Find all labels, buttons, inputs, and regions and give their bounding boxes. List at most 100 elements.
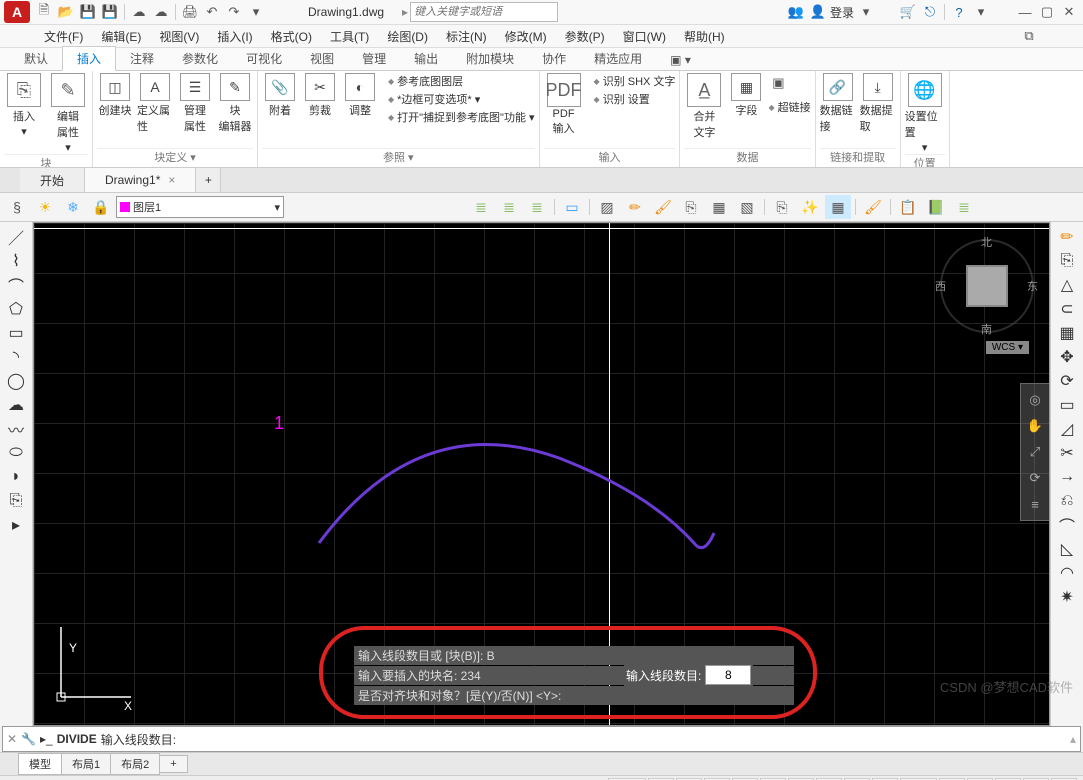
help-icon[interactable]: ? (949, 2, 969, 22)
open-icon[interactable]: 📂 (56, 2, 76, 22)
ribtab-collab[interactable]: 协作 (528, 47, 580, 70)
tab-start[interactable]: 开始 (20, 168, 85, 192)
insert-block-button[interactable]: ⎘插入▾ (4, 73, 44, 138)
plot-icon[interactable]: 🖨 (180, 2, 200, 22)
clip-button[interactable]: ✂剪裁 (302, 73, 338, 118)
hyperlink-button[interactable]: 超链接 (768, 99, 810, 115)
menu-edit[interactable]: 编辑(E) (101, 28, 141, 45)
break-tool[interactable]: ⎌ (1056, 490, 1078, 512)
undo-icon[interactable]: ↶ (202, 2, 222, 22)
menu-view[interactable]: 视图(V) (159, 28, 199, 45)
sel-window-icon[interactable]: ▭ (559, 195, 585, 219)
nav-orbit-icon[interactable]: ⟳ (1025, 468, 1045, 488)
nav-wheel-icon[interactable]: ◎ (1025, 390, 1045, 410)
layers-stack2-icon[interactable]: ≣ (496, 195, 522, 219)
layout-model[interactable]: 模型 (18, 753, 62, 775)
help-dropdown-icon[interactable]: ▾ (971, 2, 991, 22)
cart-icon[interactable]: 🛒 (898, 2, 918, 22)
dup-icon[interactable]: ⎘ (678, 195, 704, 219)
layer-freeze-icon[interactable]: ❄ (60, 195, 86, 219)
ribtab-output[interactable]: 输出 (400, 47, 452, 70)
layer-sun-icon[interactable]: ☀ (32, 195, 58, 219)
scale-tool[interactable]: ▭ (1056, 394, 1078, 416)
login-dropdown-icon[interactable]: ▾ (856, 2, 876, 22)
wcs-badge[interactable]: WCS ▾ (986, 341, 1029, 354)
menu-help[interactable]: 帮助(H) (684, 28, 725, 45)
ribtab-insert[interactable]: 插入 (62, 46, 116, 71)
search-input[interactable] (410, 2, 558, 22)
ellipse-arc-tool[interactable]: ◗ (5, 466, 27, 488)
brush-icon[interactable]: 🖌 (650, 195, 676, 219)
extend-tool[interactable]: → (1056, 466, 1078, 488)
layers-stack3-icon[interactable]: ≣ (524, 195, 550, 219)
magic-icon[interactable]: ✨ (797, 195, 823, 219)
move-tool[interactable]: ✥ (1056, 346, 1078, 368)
ellipse-tool[interactable]: ⬭ (5, 442, 27, 464)
pdf-import-button[interactable]: PDFPDF 输入 (544, 73, 584, 136)
pencil-icon[interactable]: ✏ (622, 195, 648, 219)
app-icon[interactable]: A (4, 1, 30, 23)
nav-more-icon[interactable]: ≡ (1025, 494, 1045, 514)
create-block-button[interactable]: ◫创建块 (97, 73, 133, 118)
recognize-shx-link[interactable]: 识别 SHX 文字 (594, 73, 676, 89)
login-link[interactable]: 登录 (830, 4, 854, 21)
book-icon[interactable]: 📗 (923, 195, 949, 219)
qat-dropdown-icon[interactable]: ▾ (246, 2, 266, 22)
nav-zoom-icon[interactable]: ⤢ (1025, 442, 1045, 462)
layer-selector[interactable]: 图层1▾ (116, 196, 284, 218)
new-icon[interactable]: 🗎 (34, 2, 54, 22)
signin-icon[interactable]: 👤 (808, 2, 828, 22)
table-icon[interactable]: ▦ (825, 195, 851, 219)
menu-draw[interactable]: 绘图(D) (387, 28, 428, 45)
tab-close-icon[interactable]: × (168, 173, 175, 187)
datalink-button[interactable]: 🔗数据链接 (820, 73, 856, 134)
cmdline-up-icon[interactable]: ▴ (1070, 732, 1076, 746)
stretch-tool[interactable]: ◿ (1056, 418, 1078, 440)
dataextract-button[interactable]: ⤓数据提取 (860, 73, 896, 134)
ribtab-featured[interactable]: 精选应用 (580, 47, 656, 70)
layers-stack-icon[interactable]: ≣ (468, 195, 494, 219)
cmdline-wrench-icon[interactable]: 🔧 (21, 732, 36, 746)
define-attr-button[interactable]: A定义属性 (137, 73, 173, 134)
tab-drawing1[interactable]: Drawing1*× (85, 168, 196, 192)
props-icon[interactable]: 📋 (895, 195, 921, 219)
snap-underlay-link[interactable]: 打开"捕捉到参考底图"功能 ▾ (388, 109, 535, 125)
ribtab-annotate[interactable]: 注释 (116, 47, 168, 70)
minimize-icon[interactable]: ― (1015, 2, 1035, 22)
viewcube-west[interactable]: 西 (935, 278, 946, 294)
explode-tool[interactable]: ✷ (1056, 586, 1078, 608)
ribtab-expand[interactable]: ▣ ▾ (656, 50, 705, 70)
polyline-tool[interactable]: ⌇ (5, 250, 27, 272)
ribtab-view[interactable]: 视图 (296, 47, 348, 70)
people-icon[interactable]: 👥 (786, 2, 806, 22)
menu-modify[interactable]: 修改(M) (505, 28, 547, 45)
line-tool[interactable]: ／ (5, 226, 27, 248)
nav-pan-icon[interactable]: ✋ (1025, 416, 1045, 436)
web-open-icon[interactable]: ☁ (129, 2, 149, 22)
web-save-icon[interactable]: ☁ (151, 2, 171, 22)
maximize-icon[interactable]: ▢ (1037, 2, 1057, 22)
menu-file[interactable]: 文件(F) (44, 28, 83, 45)
menu-format[interactable]: 格式(O) (271, 28, 312, 45)
menu-param[interactable]: 参数(P) (565, 28, 605, 45)
close-icon[interactable]: ✕ (1059, 2, 1079, 22)
viewcube[interactable]: 北 南 东 西 (939, 238, 1034, 333)
menu-insert[interactable]: 插入(I) (217, 28, 252, 45)
ribtab-param[interactable]: 参数化 (168, 47, 232, 70)
insert-tool[interactable]: ⎘ (5, 490, 27, 512)
copy-tool[interactable]: ⎘ (1056, 250, 1078, 272)
layer-lock-icon[interactable]: 🔒 (88, 195, 114, 219)
underlay-layers-link[interactable]: 参考底图图层 (388, 73, 535, 89)
saveas-icon[interactable]: 💾 (100, 2, 120, 22)
menu-window[interactable]: 窗口(W) (623, 28, 666, 45)
recognize-settings-link[interactable]: 识别 设置 (594, 91, 676, 107)
rectangle-tool[interactable]: ▭ (5, 322, 27, 344)
arc-tool[interactable]: ⌒ (5, 274, 27, 296)
share-icon[interactable]: ⎋ (920, 2, 940, 22)
spline-tool[interactable]: 〰 (5, 418, 27, 440)
layout-2[interactable]: 布局2 (110, 753, 160, 775)
ribtab-default[interactable]: 默认 (10, 47, 62, 70)
menu-dim[interactable]: 标注(N) (446, 28, 487, 45)
dynamic-input-field[interactable] (705, 665, 751, 685)
rotate-tool[interactable]: ⟳ (1056, 370, 1078, 392)
